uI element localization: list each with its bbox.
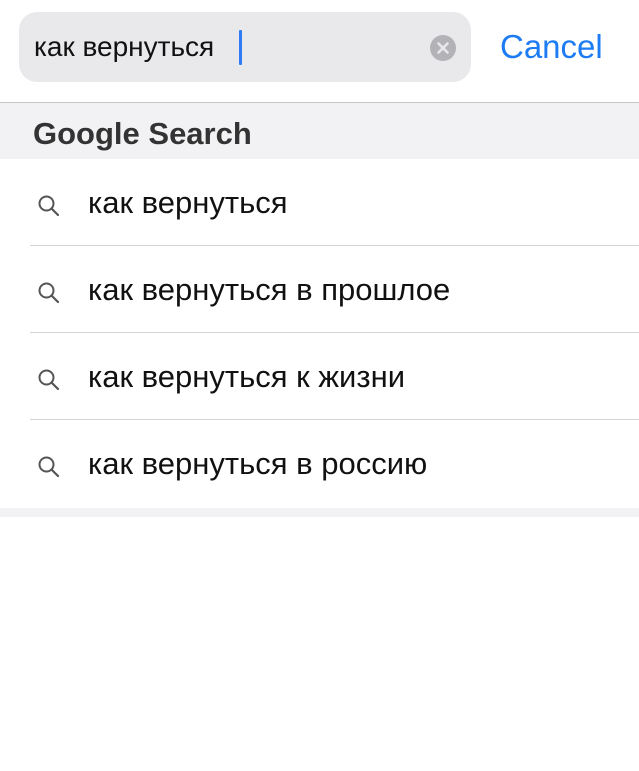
suggestion-item[interactable]: как вернуться в россию: [0, 420, 639, 771]
clear-icon[interactable]: [430, 35, 456, 61]
section-title: Google Search: [33, 116, 252, 151]
search-icon: [38, 282, 60, 304]
suggestion-label: как вернуться к жизни: [88, 359, 406, 394]
search-input-text[interactable]: как вернуться: [34, 31, 214, 63]
suggestion-item[interactable]: как вернуться к жизни: [0, 333, 639, 420]
text-caret: [239, 30, 242, 65]
suggestion-label: как вернуться: [88, 185, 288, 220]
cancel-button[interactable]: Cancel: [500, 28, 603, 66]
section-header: Google Search: [0, 103, 639, 159]
suggestion-label: как вернуться в прошлое: [88, 272, 451, 307]
search-bar: как вернуться Cancel: [0, 0, 639, 103]
suggestion-label: как вернуться в россию: [88, 446, 428, 481]
search-input[interactable]: как вернуться: [19, 12, 471, 82]
suggestion-item[interactable]: как вернуться в прошлое: [0, 246, 639, 333]
search-icon: [38, 456, 60, 478]
suggestion-item[interactable]: как вернуться: [0, 159, 639, 246]
list-footer-band: [0, 508, 639, 517]
suggestion-list: как вернуться как вернуться в прошлое ка…: [0, 159, 639, 771]
search-icon: [38, 369, 60, 391]
search-icon: [38, 195, 60, 217]
